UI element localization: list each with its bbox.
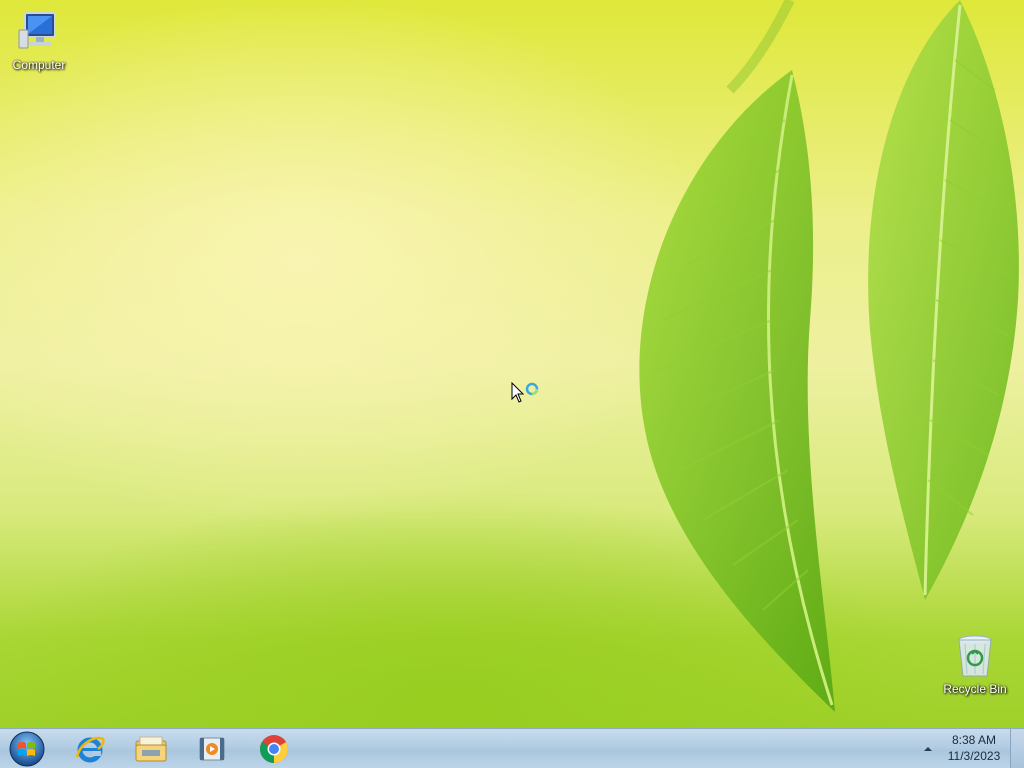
clock-date: 11/3/2023 <box>947 749 1001 763</box>
desktop-icon-recycle-bin[interactable]: Recycle Bin <box>938 632 1012 696</box>
start-button[interactable] <box>0 729 54 768</box>
show-desktop-button[interactable] <box>1010 729 1024 768</box>
desktop-icon-computer[interactable]: Computer <box>2 8 76 72</box>
taskbar-chrome[interactable] <box>246 729 302 768</box>
show-hidden-icons-arrow-icon <box>924 747 932 751</box>
desktop-icon-label: Computer <box>12 58 66 72</box>
taskbar-file-explorer[interactable] <box>123 729 179 768</box>
busy-cursor-icon <box>511 382 539 403</box>
wallpaper-leaves <box>639 0 1019 712</box>
desktop[interactable]: Computer Recycle Bin <box>0 0 1024 728</box>
taskbar-media-player[interactable] <box>184 729 240 768</box>
windows-start-orb-icon <box>9 731 45 766</box>
file-explorer-icon <box>135 736 167 761</box>
recycle-bin-icon <box>951 632 999 680</box>
computer-icon <box>15 8 63 56</box>
system-clock[interactable]: 8:38 AM 11/3/2023 <box>940 732 1008 764</box>
internet-explorer-icon <box>75 736 105 762</box>
media-player-icon <box>199 737 225 760</box>
show-hidden-icons-button[interactable] <box>918 739 938 759</box>
taskbar: 8:38 AM 11/3/2023 <box>0 728 1024 768</box>
taskbar-internet-explorer[interactable] <box>62 729 118 768</box>
clock-time: 8:38 AM <box>951 733 997 747</box>
desktop-icon-label: Recycle Bin <box>943 682 1007 696</box>
chrome-icon <box>260 734 288 763</box>
